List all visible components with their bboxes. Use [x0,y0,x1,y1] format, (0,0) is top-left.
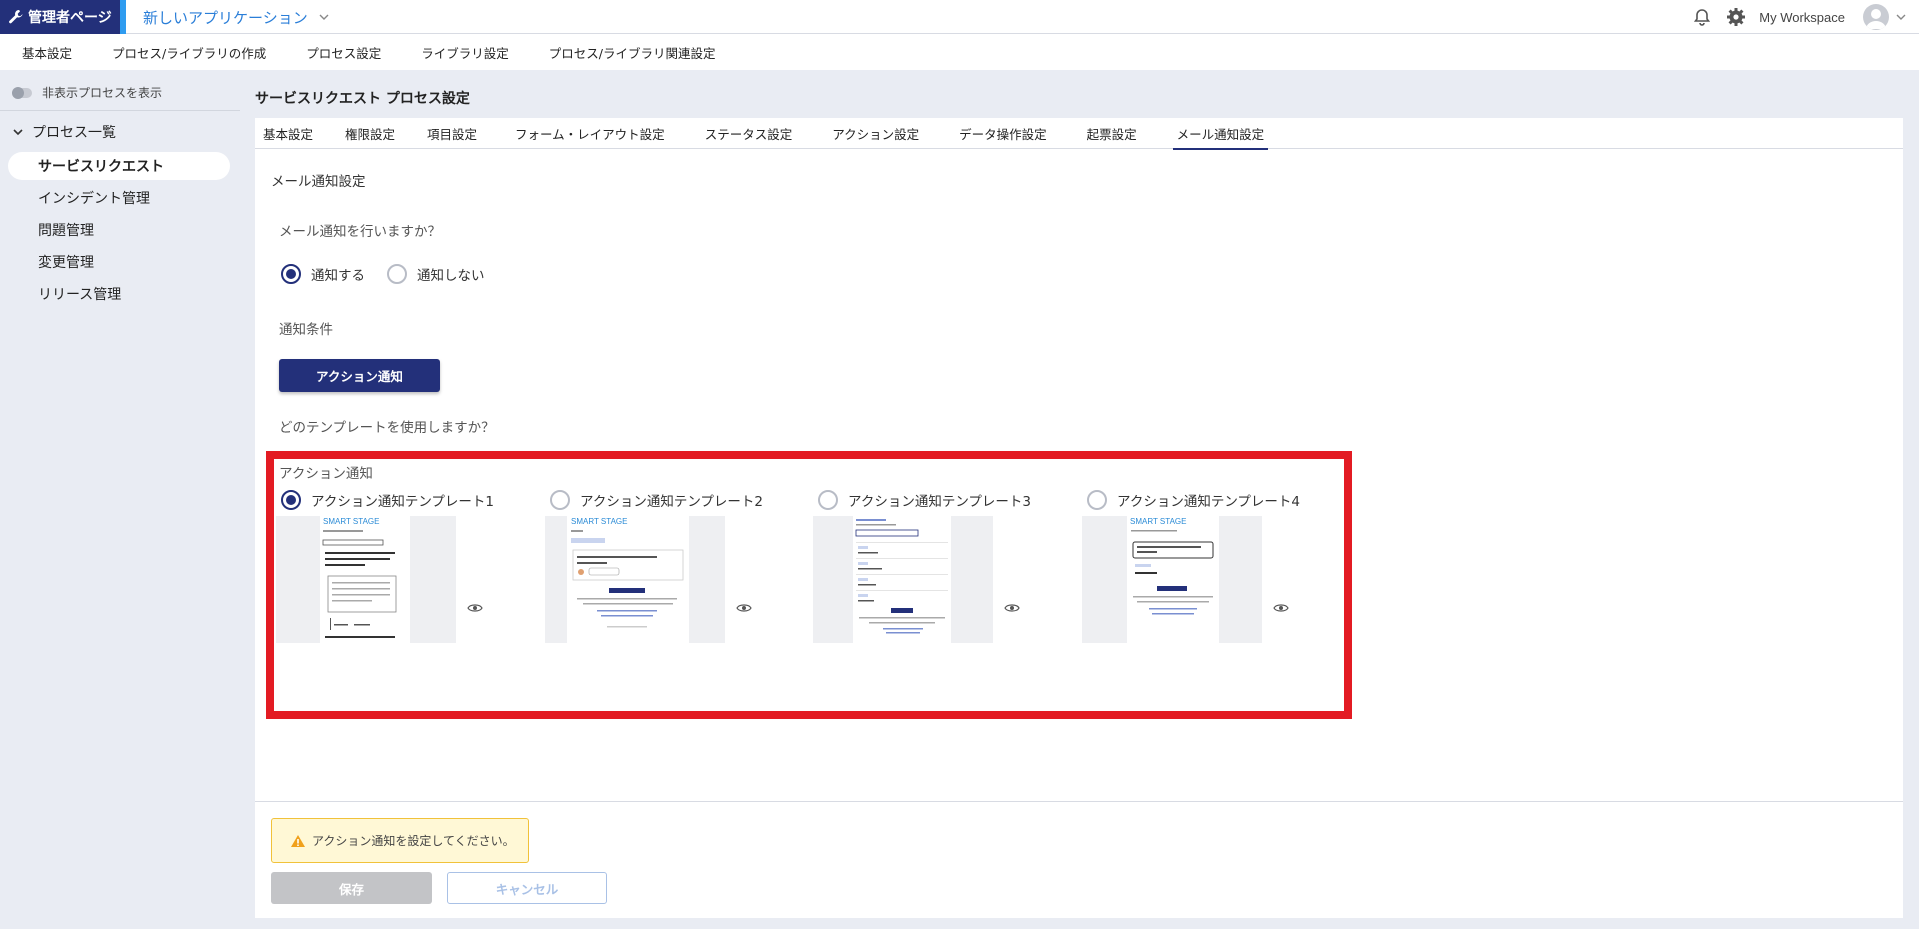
notify-yes-label[interactable]: 通知する [311,264,365,284]
notify-radio-group: 通知する 通知しない [281,264,485,284]
subtab-permission[interactable]: 権限設定 [345,118,395,149]
notify-no-label[interactable]: 通知しない [417,264,485,284]
template-2-label[interactable]: アクション通知テンプレート2 [580,490,763,510]
admin-page-label: 管理者ページ [28,10,112,26]
template-group-label: アクション通知 [279,466,373,482]
sidebar: 非表示プロセスを表示 プロセス一覧 サービスリクエスト インシデント管理 問題管… [0,70,240,929]
nav-tab-related-settings[interactable]: プロセス/ライブラリ関連設定 [549,34,716,70]
eye-icon[interactable] [1273,602,1289,614]
app-title: 新しいアプリケーション [143,8,308,27]
nav-tab-process-settings[interactable]: プロセス設定 [306,34,381,70]
template-1-thumbnail[interactable]: SMART STAGE [276,516,456,643]
template-option-1: アクション通知テンプレート1 SMART STAGE [276,490,494,643]
sidebar-item-problem[interactable]: 問題管理 [8,216,230,244]
chevron-down-icon[interactable] [1895,11,1907,23]
section-title: メール通知設定 [271,174,366,190]
template-2-radio[interactable] [550,490,570,510]
subtab-data-operation[interactable]: データ操作設定 [959,118,1047,149]
avatar[interactable] [1863,4,1889,30]
warning-icon [291,834,305,847]
template-option-4: アクション通知テンプレート4 SMART STAGE [1082,490,1300,643]
show-hidden-label: 非表示プロセスを表示 [42,86,163,100]
save-button[interactable]: 保存 [271,872,432,904]
sidebar-item-change[interactable]: 変更管理 [8,248,230,276]
subtab-fields[interactable]: 項目設定 [427,118,477,149]
show-hidden-toggle-row[interactable]: 非表示プロセスを表示 [12,84,162,101]
sidebar-item-incident[interactable]: インシデント管理 [8,184,230,212]
template-question: どのテンプレートを使用しますか？ [279,420,495,436]
subtab-form-layout[interactable]: フォーム・レイアウト設定 [515,118,665,149]
process-list-label: プロセス一覧 [32,125,116,141]
admin-page-badge[interactable]: 管理者ページ [0,0,120,34]
eye-icon[interactable] [1004,602,1020,614]
nav-tab-basic[interactable]: 基本設定 [22,34,72,70]
process-list-header[interactable]: プロセス一覧 [12,122,116,142]
notify-no-radio[interactable] [387,264,407,284]
cancel-button[interactable]: キャンセル [447,872,607,904]
accent-stripe [120,0,126,34]
template-3-label[interactable]: アクション通知テンプレート3 [848,490,1031,510]
template-2-thumbnail[interactable]: SMART STAGE [545,516,725,643]
condition-title: 通知条件 [279,322,333,338]
template-4-thumbnail[interactable]: SMART STAGE [1082,516,1262,643]
subtab-action[interactable]: アクション設定 [832,118,919,149]
template-option-3: アクション通知テンプレート3 [813,490,1031,643]
wrench-icon [9,10,23,24]
chevron-down-icon [13,129,23,136]
action-notification-button[interactable]: アクション通知 [279,359,440,392]
subtab-mail-notification[interactable]: メール通知設定 [1172,118,1268,150]
gear-icon[interactable] [1725,6,1747,28]
template-3-thumbnail[interactable] [813,516,993,643]
notify-question: メール通知を行いますか？ [279,224,441,240]
main-nav: 基本設定 プロセス/ライブラリの作成 プロセス設定 ライブラリ設定 プロセス/ラ… [0,34,1919,70]
process-subtabs: 基本設定 権限設定 項目設定 フォーム・レイアウト設定 ステータス設定 アクショ… [255,118,1903,150]
app-selector[interactable]: 新しいアプリケーション [143,0,330,34]
subtab-basic[interactable]: 基本設定 [263,118,313,149]
eye-icon[interactable] [736,602,752,614]
nav-tab-library-settings[interactable]: ライブラリ設定 [421,34,509,70]
notify-yes-radio[interactable] [281,264,301,284]
sidebar-item-release[interactable]: リリース管理 [8,280,230,308]
template-4-radio[interactable] [1087,490,1107,510]
template-3-radio[interactable] [818,490,838,510]
warning-text: アクション通知を設定してください。 [312,834,515,848]
subtab-issue[interactable]: 起票設定 [1087,118,1137,149]
content-panel: 基本設定 権限設定 項目設定 フォーム・レイアウト設定 ステータス設定 アクショ… [255,118,1903,918]
template-1-label[interactable]: アクション通知テンプレート1 [311,490,494,510]
template-option-2: アクション通知テンプレート2 SMART STAGE [545,490,763,643]
warning-message: アクション通知を設定してください。 [271,818,529,863]
thumb-brand-text: SMART STAGE [571,517,627,526]
template-1-radio[interactable] [281,490,301,510]
page-title: サービスリクエスト プロセス設定 [255,91,470,107]
sidebar-item-service-request[interactable]: サービスリクエスト [8,152,230,180]
thumb-brand-text: SMART STAGE [1130,517,1186,526]
workspace-name[interactable]: My Workspace [1759,10,1845,25]
template-4-label[interactable]: アクション通知テンプレート4 [1117,490,1300,510]
chevron-down-icon [319,14,329,20]
top-bar: 管理者ページ 新しいアプリケーション My Workspace [0,0,1919,34]
subtab-status[interactable]: ステータス設定 [705,118,793,149]
thumb-brand-text: SMART STAGE [323,517,379,526]
nav-tab-create[interactable]: プロセス/ライブラリの作成 [112,34,266,70]
show-hidden-toggle[interactable] [12,86,32,99]
footer-divider [255,801,1903,802]
bell-icon[interactable] [1691,6,1713,28]
sidebar-divider [0,110,240,111]
eye-icon[interactable] [467,602,483,614]
